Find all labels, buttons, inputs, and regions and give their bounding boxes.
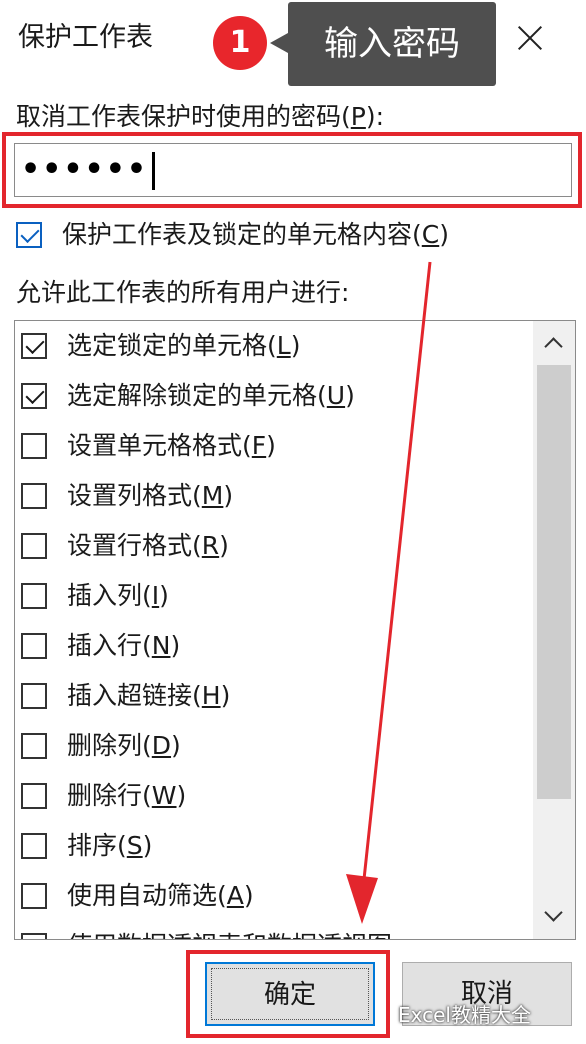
arrow-shaft — [360, 261, 432, 899]
watermark: Excel教精大全 — [398, 1003, 531, 1027]
arrow-head — [346, 874, 378, 924]
protect-sheet-dialog: 保护工作表 ? 1 输入密码 取消工作表保护时使用的密码(P): •••••• … — [0, 0, 586, 1044]
red-arrow — [346, 261, 432, 924]
